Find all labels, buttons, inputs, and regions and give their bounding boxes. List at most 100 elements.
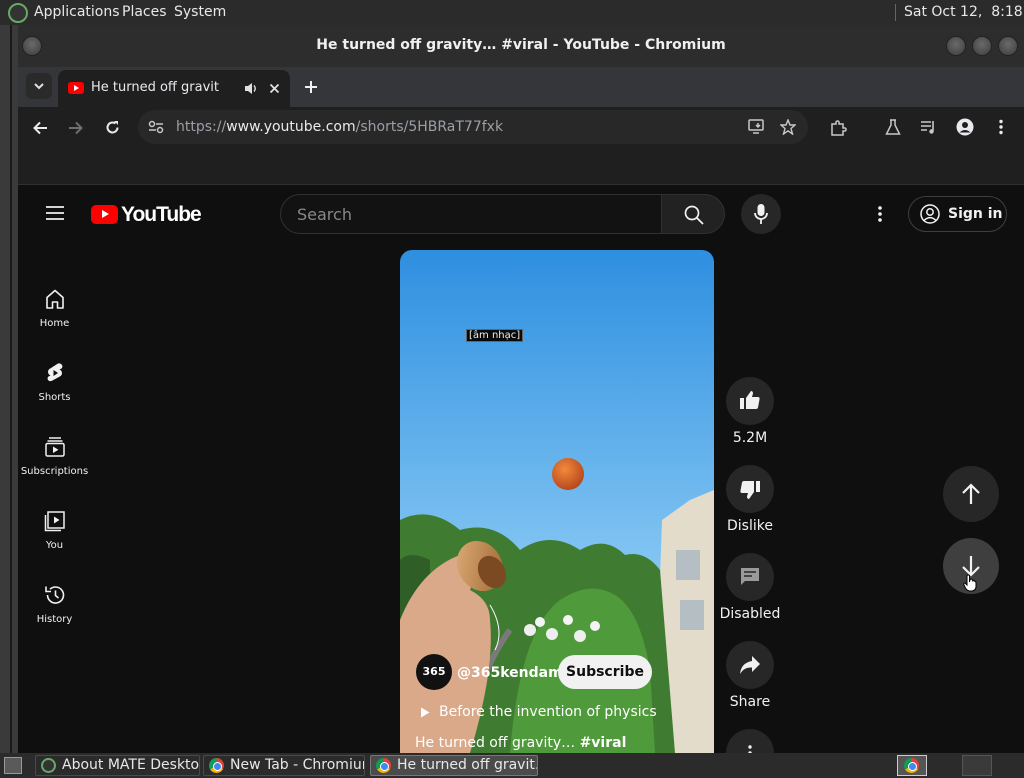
- new-tab-icon[interactable]: [304, 80, 318, 94]
- voice-search-button[interactable]: [741, 194, 781, 234]
- share-label: Share: [729, 694, 771, 710]
- history-icon: [44, 586, 64, 604]
- like-count: 5.2M: [732, 430, 768, 446]
- comments-button[interactable]: [726, 553, 774, 601]
- sound-title: Before the invention of physics: [439, 704, 657, 720]
- places-menu[interactable]: Places: [122, 4, 167, 20]
- short-title: He turned off gravity… #viral: [415, 735, 627, 751]
- chromium-app-icon: [209, 758, 224, 773]
- short-video-player[interactable]: [âm nhạc] 365 @365kendama Subscribe Befo…: [400, 250, 714, 753]
- close-tab-icon[interactable]: [269, 83, 280, 94]
- title-bar[interactable]: He turned off gravity… #viral - YouTube …: [18, 25, 1024, 67]
- clock[interactable]: Sat Oct 12, 8:18 AM: [904, 4, 1024, 20]
- site-info-icon[interactable]: [148, 120, 164, 134]
- taskbar-item-about-mate[interactable]: About MATE Deskto…: [35, 755, 200, 776]
- search-icon: [684, 205, 704, 225]
- address-bar[interactable]: https://www.youtube.com/shorts/5HBRaT77f…: [138, 110, 808, 144]
- dislike-button[interactable]: [726, 465, 774, 513]
- sign-in-label: Sign in: [948, 206, 1003, 222]
- desktop-background: [0, 25, 18, 753]
- guide-item-shorts[interactable]: Shorts: [18, 361, 91, 403]
- channel-name[interactable]: @365kendama: [457, 665, 572, 681]
- mouse-hand-cursor-icon: [963, 574, 977, 592]
- channel-avatar[interactable]: 365: [416, 654, 452, 690]
- bookmarks-bar: [18, 149, 1024, 185]
- guide-label: Subscriptions: [20, 466, 89, 477]
- taskbar-label: About MATE Deskto…: [62, 757, 200, 773]
- taskbar-label: He turned off gravit…: [397, 757, 538, 773]
- shorts-icon: [47, 363, 62, 382]
- labs-flask-icon[interactable]: [885, 119, 901, 136]
- guide-label: You: [45, 540, 64, 551]
- dislike-label: Dislike: [727, 518, 773, 534]
- caption-text: [âm nhạc]: [466, 329, 524, 342]
- you-icon: [44, 511, 65, 532]
- youtube-favicon-icon: [68, 82, 84, 94]
- search-placeholder: Search: [297, 205, 352, 224]
- profile-icon[interactable]: [956, 118, 974, 136]
- settings-more-icon[interactable]: [877, 206, 883, 222]
- mate-logo-icon[interactable]: [8, 3, 28, 23]
- browser-window: He turned off gravity… #viral - YouTube …: [18, 25, 1024, 753]
- window-title: He turned off gravity… #viral - YouTube …: [316, 37, 726, 53]
- forward-icon[interactable]: [68, 121, 83, 135]
- tab-search-button[interactable]: [26, 73, 52, 99]
- show-desktop-icon[interactable]: [4, 757, 22, 774]
- youtube-wordmark: YouTube: [121, 203, 202, 226]
- maximize-button[interactable]: [972, 36, 992, 56]
- guide-item-home[interactable]: Home: [18, 287, 91, 329]
- extensions-icon[interactable]: [830, 119, 847, 136]
- window-edge: [10, 25, 12, 753]
- bottom-panel: About MATE Deskto… New Tab - Chromium He…: [0, 753, 1024, 778]
- tab-active[interactable]: He turned off gravity… #: [58, 70, 290, 107]
- youtube-play-logo-icon: [91, 205, 118, 224]
- share-button[interactable]: [726, 641, 774, 689]
- guide-item-history[interactable]: History: [18, 583, 91, 625]
- home-icon: [45, 289, 64, 309]
- url-text[interactable]: https://www.youtube.com/shorts/5HBRaT77f…: [176, 119, 503, 135]
- close-window-button[interactable]: [998, 36, 1018, 56]
- bookmark-star-icon[interactable]: [780, 119, 796, 135]
- share-arrow-icon: [740, 656, 760, 674]
- workspace-2[interactable]: [962, 755, 992, 776]
- hashtag-link[interactable]: #viral: [580, 735, 627, 751]
- subscriptions-icon: [44, 437, 65, 457]
- media-controls-icon[interactable]: [920, 119, 937, 135]
- sign-in-button[interactable]: Sign in: [908, 196, 1007, 232]
- subscribe-button[interactable]: Subscribe: [558, 655, 652, 689]
- microphone-icon: [754, 204, 768, 224]
- guide-item-subscriptions[interactable]: Subscriptions: [18, 435, 91, 477]
- hamburger-menu-icon[interactable]: [46, 206, 64, 220]
- install-app-icon[interactable]: [748, 119, 766, 135]
- search-input[interactable]: Search: [280, 194, 662, 234]
- taskbar-item-youtube[interactable]: He turned off gravit…: [370, 755, 538, 776]
- applications-menu[interactable]: Applications: [34, 4, 120, 20]
- taskbar-label: New Tab - Chromium: [230, 757, 365, 773]
- chrome-menu-icon[interactable]: [998, 119, 1004, 135]
- next-short-button[interactable]: [943, 538, 999, 594]
- chevron-down-icon: [34, 83, 44, 90]
- tab-title: He turned off gravity… #: [91, 80, 219, 95]
- more-actions-button[interactable]: [726, 729, 774, 753]
- workspace-switcher[interactable]: [897, 755, 927, 776]
- account-circle-icon: [920, 204, 940, 224]
- minimize-button[interactable]: [946, 36, 966, 56]
- system-menu[interactable]: System: [174, 4, 226, 20]
- previous-short-button[interactable]: [943, 466, 999, 522]
- search-button[interactable]: [661, 194, 725, 234]
- back-icon[interactable]: [33, 121, 48, 135]
- speaker-icon[interactable]: [244, 82, 258, 95]
- thumbs-up-icon: [740, 391, 760, 409]
- thumbs-down-icon: [740, 481, 760, 499]
- top-panel: Applications Places System Sat Oct 12, 8…: [0, 0, 1024, 25]
- chromium-app-icon: [904, 758, 919, 773]
- comment-icon: [741, 568, 759, 585]
- guide-item-you[interactable]: You: [18, 509, 91, 551]
- like-button[interactable]: [726, 377, 774, 425]
- comments-label: Disabled: [719, 606, 781, 622]
- panel-separator: [895, 4, 896, 21]
- reload-icon[interactable]: [105, 120, 120, 135]
- youtube-page: YouTube Search Sign in Home Shorts Subsc…: [18, 185, 1024, 753]
- guide-label: Home: [39, 318, 70, 329]
- taskbar-item-new-tab[interactable]: New Tab - Chromium: [203, 755, 365, 776]
